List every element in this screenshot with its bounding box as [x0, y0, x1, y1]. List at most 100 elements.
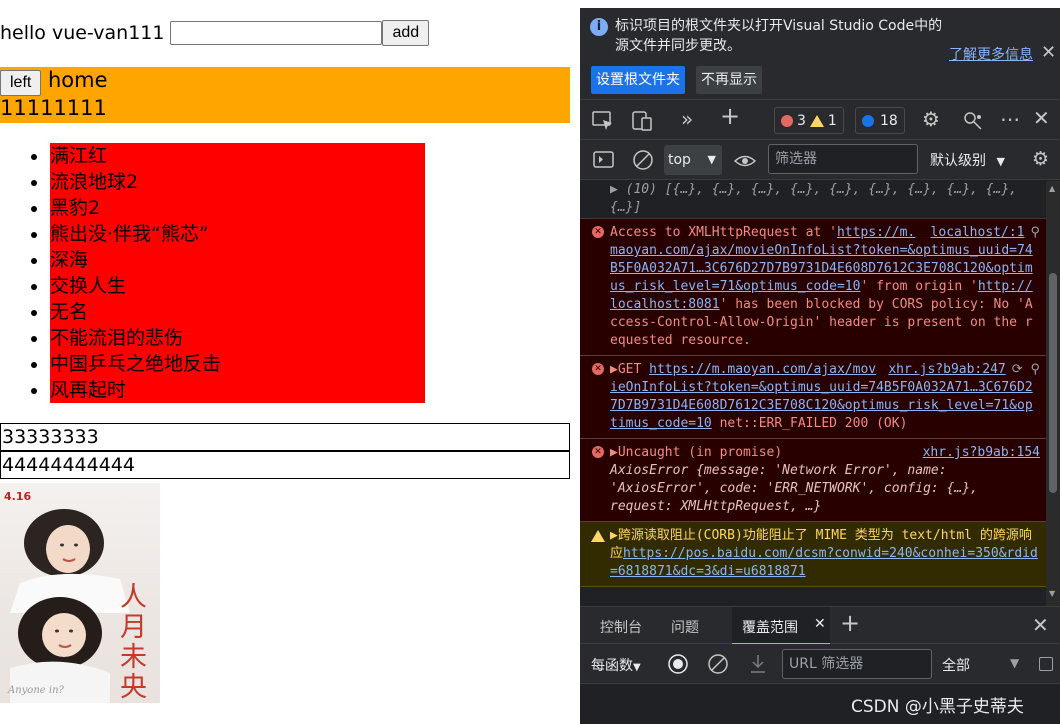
more-tabs-icon[interactable]: »	[681, 109, 693, 129]
issues-counter[interactable]: 18	[855, 107, 905, 134]
close-drawer-icon[interactable]: ✕	[1032, 613, 1049, 637]
tab-coverage[interactable]: 覆盖范围 ✕	[732, 607, 830, 645]
box-three: 33333333	[0, 423, 570, 451]
console-settings-icon[interactable]: ⚙	[1032, 150, 1049, 169]
cors-prefix: Access to XMLHttpRequest at '	[610, 225, 837, 240]
navbar-ones-text: 11111111	[0, 96, 107, 120]
list-item[interactable]: 深海	[0, 247, 221, 273]
network-search-icons[interactable]: ⟳ ⚲	[1012, 361, 1040, 379]
uncaught-error-message: ✕ xhr.js?b9ab:154 ▶Uncaught (in promise)…	[580, 439, 1046, 522]
context-value: top	[668, 152, 691, 168]
learn-more-link[interactable]: 了解更多信息	[949, 44, 1033, 64]
workspace-info-bar: i 标识项目的根文件夹以打开Visual Studio Code中的源文件并同步…	[580, 8, 1060, 100]
search-icon[interactable]: ⚲	[1030, 224, 1040, 242]
scrollbar-thumb[interactable]	[1049, 273, 1057, 493]
movie-list: 满江红 流浪地球2 黑豹2 熊出没·伴我“熊芯” 深海 交换人生 无名 不能流泪…	[0, 143, 221, 403]
console-filter-input[interactable]: 筛选器	[768, 144, 918, 174]
source-link[interactable]: localhost/:1	[931, 224, 1025, 242]
list-item[interactable]: 中国乒乓之绝地反击	[0, 351, 221, 377]
devtools-top-border	[580, 0, 1060, 8]
inspect-element-icon[interactable]	[592, 111, 614, 131]
chevron-down-icon: ▼	[707, 153, 716, 166]
warning-icon	[809, 114, 824, 127]
error-icon: ✕	[592, 226, 604, 238]
get-prefix[interactable]: ▶GET	[610, 362, 649, 377]
chevron-down-icon: ▼	[633, 662, 641, 673]
set-root-folder-button[interactable]: 设置根文件夹	[591, 66, 685, 94]
device-toolbar-icon[interactable]	[632, 110, 654, 132]
content-scripts-checkbox[interactable]	[1039, 657, 1053, 671]
cors-error-message: ✕ ⚲ localhost/:1 Access to XMLHttpReques…	[580, 219, 1046, 356]
issues-icon	[862, 114, 874, 127]
console-scrollbar[interactable]: ▲ ▼	[1046, 181, 1060, 606]
corb-warning-message: ▶跨源读取阻止(CORB)功能阻止了 MIME 类型为 text/html 的跨…	[580, 522, 1046, 587]
context-select[interactable]: top ▼	[664, 145, 722, 175]
sidebar-toggle-icon[interactable]	[593, 151, 615, 169]
corb-url[interactable]: https://pos.baidu.com/dcsm?conwid=240&co…	[610, 546, 1038, 579]
web-page: hello vue-van111 add left home 11111111 …	[0, 0, 580, 724]
list-item[interactable]: 风再起时	[0, 377, 221, 403]
navbar-title: home	[48, 68, 108, 92]
devtools-main-toolbar: » + 3 1 18 ⚙ ⋯ ✕	[580, 100, 1060, 238]
log-levels-label: 默认级别	[930, 153, 986, 169]
coverage-type-label: 每函数	[591, 658, 633, 674]
list-item[interactable]: 交换人生	[0, 273, 221, 299]
get-error-message: ✕ ⟳ ⚲ xhr.js?b9ab:247 ▶GET https://m.mao…	[580, 356, 1046, 439]
log-array-message[interactable]: ▶ (10) [{…}, {…}, {…}, {…}, {…}, {…}, {……	[580, 181, 1046, 219]
tab-console[interactable]: 控制台	[600, 617, 642, 637]
gear-icon[interactable]: ⚙	[922, 109, 940, 129]
tab-coverage-label: 覆盖范围	[742, 620, 798, 636]
close-tab-icon[interactable]: ✕	[814, 616, 826, 632]
clear-coverage-icon[interactable]	[707, 653, 729, 675]
add-button[interactable]: add	[382, 20, 430, 46]
movie-poster: Anyone in? 4.16 人月未央	[0, 483, 160, 703]
customize-icon[interactable]	[962, 110, 984, 132]
devtools-panel: i 标识项目的根文件夹以打开Visual Studio Code中的源文件并同步…	[580, 0, 1060, 724]
drawer-tabbar: 控制台 问题 覆盖范围 ✕ + ✕	[580, 606, 1060, 645]
scroll-down-icon[interactable]: ▼	[1049, 589, 1055, 598]
greeting-text: hello vue-van111	[0, 22, 165, 44]
scroll-up-icon[interactable]: ▲	[1049, 184, 1055, 193]
coverage-type-select[interactable]: 每函数▼	[591, 655, 641, 675]
close-icon[interactable]: ✕	[1041, 42, 1056, 63]
list-item[interactable]: 熊出没·伴我“熊芯”	[0, 221, 221, 247]
error-icon: ✕	[592, 363, 604, 375]
uncaught-detail[interactable]: AxiosError {message: 'Network Error', na…	[610, 462, 1040, 516]
content-type-select[interactable]: 全部	[942, 655, 970, 675]
error-count: 3	[797, 112, 806, 129]
chevron-down-icon[interactable]: ▼	[1010, 656, 1019, 670]
watermark: CSDN @小黑子史蒂夫	[851, 697, 1024, 717]
add-drawer-tab-icon[interactable]: +	[840, 611, 860, 635]
dont-show-again-button[interactable]: 不再显示	[696, 66, 762, 94]
error-warning-counter[interactable]: 3 1	[774, 107, 844, 134]
issues-count: 18	[880, 112, 898, 129]
tab-issues[interactable]: 问题	[671, 617, 699, 637]
array-text: ▶ (10) [{…}, {…}, {…}, {…}, {…}, {…}, {……	[610, 182, 1017, 215]
more-options-icon[interactable]: ⋯	[1000, 109, 1020, 129]
svg-text:Anyone in?: Anyone in?	[7, 685, 65, 696]
list-item[interactable]: 无名	[0, 299, 221, 325]
record-icon[interactable]	[667, 653, 689, 675]
console-toolbar: top ▼ 筛选器 默认级别 ▼ ⚙	[580, 140, 1060, 180]
warning-icon	[591, 530, 605, 542]
download-icon[interactable]	[749, 654, 767, 674]
poster-date: 4.16	[4, 490, 32, 503]
coverage-toolbar: 每函数▼ URL 筛选器 全部 ▼	[580, 644, 1060, 684]
left-button[interactable]: left	[0, 70, 42, 96]
movie-input[interactable]	[170, 21, 383, 45]
clear-console-icon[interactable]	[632, 149, 654, 171]
list-item[interactable]: 满江红	[0, 143, 221, 169]
source-link[interactable]: xhr.js?b9ab:154	[923, 444, 1040, 462]
source-link[interactable]: xhr.js?b9ab:247	[888, 361, 1005, 379]
log-levels-select[interactable]: 默认级别 ▼	[930, 150, 1005, 170]
list-item[interactable]: 不能流泪的悲伤	[0, 325, 221, 351]
add-tab-icon[interactable]: +	[720, 104, 740, 128]
eye-icon[interactable]	[733, 153, 757, 169]
cors-mid: ' from origin '	[860, 279, 978, 294]
url-filter-input[interactable]: URL 筛选器	[782, 649, 932, 679]
list-item[interactable]: 黑豹2	[0, 195, 221, 221]
close-devtools-icon[interactable]: ✕	[1033, 108, 1050, 128]
list-item[interactable]: 流浪地球2	[0, 169, 221, 195]
warning-count: 1	[827, 112, 837, 129]
info-message: 标识项目的根文件夹以打开Visual Studio Code中的源文件并同步更改…	[615, 18, 943, 54]
